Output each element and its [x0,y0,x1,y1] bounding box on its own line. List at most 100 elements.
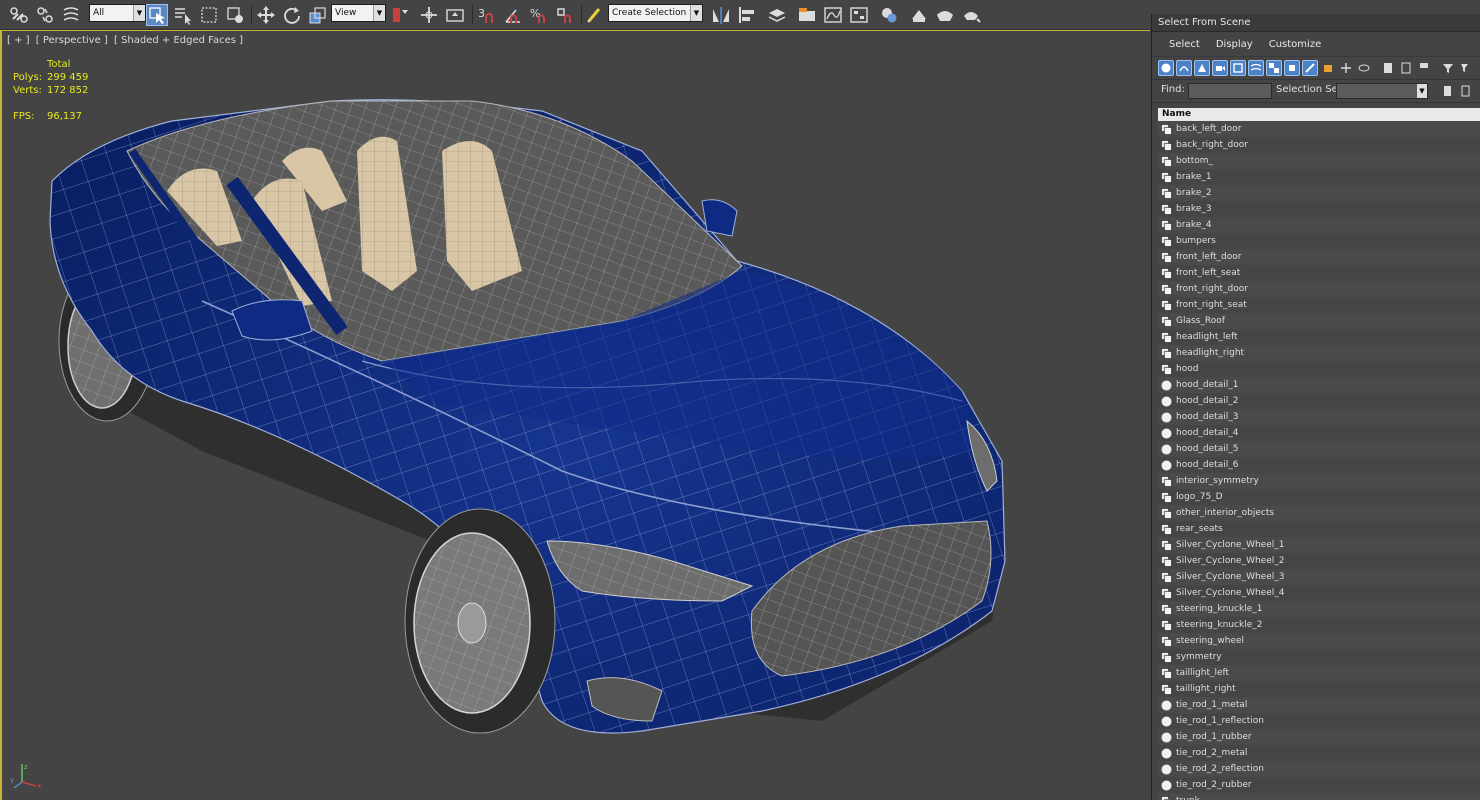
display-cameras-icon[interactable] [1212,60,1228,76]
pivot-center-icon[interactable] [389,4,411,26]
list-item[interactable]: sphere-iconhood_detail_3 [1158,409,1480,425]
material-editor-icon[interactable] [878,4,900,26]
list-item[interactable]: object-iconSilver_Cyclone_Wheel_4 [1158,585,1480,601]
select-by-name-icon[interactable] [172,4,194,26]
invert-display-icon[interactable] [1416,60,1432,76]
display-bones-icon[interactable] [1302,60,1318,76]
bind-to-space-warp-icon[interactable] [60,4,82,26]
display-geometry-icon[interactable] [1158,60,1174,76]
list-item[interactable]: object-iconhood [1158,361,1480,377]
select-and-link-icon[interactable] [8,4,30,26]
list-item[interactable]: object-iconback_right_door [1158,137,1480,153]
menu-customize[interactable]: Customize [1261,39,1330,50]
find-input[interactable] [1188,83,1272,99]
viewport-label[interactable]: [ + ] [ Perspective ] [ Shaded + Edged F… [7,35,246,46]
select-manipulate-icon[interactable] [418,4,440,26]
list-item[interactable]: sphere-iconhood_detail_4 [1158,425,1480,441]
mirror-icon[interactable] [710,4,732,26]
list-item[interactable]: object-iconbumpers [1158,233,1480,249]
list-item[interactable]: object-iconbrake_4 [1158,217,1480,233]
viewport-point-of-view-menu[interactable]: [ Perspective ] [36,35,108,46]
named-selection-dropdown[interactable]: Create Selection Se ▼ [608,4,703,22]
list-item[interactable]: object-iconSilver_Cyclone_Wheel_3 [1158,569,1480,585]
display-all-icon[interactable] [1380,60,1396,76]
filter-options-icon[interactable] [1458,60,1474,76]
list-item[interactable]: object-iconSilver_Cyclone_Wheel_2 [1158,553,1480,569]
window-crossing-icon[interactable] [224,4,246,26]
list-item[interactable]: object-iconsymmetry [1158,649,1480,665]
list-item[interactable]: sphere-icontie_rod_1_metal [1158,697,1480,713]
list-item[interactable]: object-iconinterior_symmetry [1158,473,1480,489]
list-item[interactable]: sphere-iconhood_detail_6 [1158,457,1480,473]
menu-select[interactable]: Select [1161,39,1208,50]
display-none-icon[interactable] [1398,60,1414,76]
display-shapes-icon[interactable] [1176,60,1192,76]
list-item[interactable]: object-icontrunk [1158,793,1480,800]
select-object-icon[interactable] [146,4,168,26]
edit-named-selections-icon[interactable] [584,4,606,26]
keyboard-shortcut-override-icon[interactable] [444,4,466,26]
reference-coordinate-dropdown[interactable]: View ▼ [331,4,386,22]
rectangular-selection-icon[interactable] [198,4,220,26]
align-icon[interactable] [736,4,758,26]
list-item[interactable]: object-iconfront_left_door [1158,249,1480,265]
display-frozen-icon[interactable] [1338,60,1354,76]
snaps-toggle-icon[interactable]: 3 [476,4,498,26]
display-groups-icon[interactable] [1266,60,1282,76]
list-item[interactable]: sphere-icontie_rod_2_reflection [1158,761,1480,777]
move-icon[interactable] [255,4,277,26]
display-hidden-icon[interactable] [1356,60,1372,76]
render-setup-icon[interactable] [908,4,930,26]
list-item[interactable]: object-iconbrake_1 [1158,169,1480,185]
display-space-warps-icon[interactable] [1248,60,1264,76]
rotate-icon[interactable] [281,4,303,26]
percent-snap-icon[interactable]: % [528,4,550,26]
list-item[interactable]: sphere-icontie_rod_1_reflection [1158,713,1480,729]
list-item[interactable]: object-iconother_interior_objects [1158,505,1480,521]
selection-set-dropdown[interactable]: ▼ [1336,83,1428,99]
edit-selection-set-icon[interactable] [1458,83,1474,99]
list-item[interactable]: object-iconback_left_door [1158,121,1480,137]
unlink-selection-icon[interactable] [34,4,56,26]
dialog-title[interactable]: Select From Scene [1152,14,1480,32]
viewport-general-menu[interactable]: [ + ] [7,35,30,46]
list-item[interactable]: sphere-icontie_rod_2_rubber [1158,777,1480,793]
scale-icon[interactable] [307,4,329,26]
list-item[interactable]: object-icontaillight_right [1158,681,1480,697]
list-item[interactable]: object-iconrear_seats [1158,521,1480,537]
list-item[interactable]: object-iconbottom_ [1158,153,1480,169]
list-item[interactable]: object-iconlogo_75_D [1158,489,1480,505]
list-item[interactable]: object-iconfront_right_seat [1158,297,1480,313]
list-item[interactable]: object-iconbrake_2 [1158,185,1480,201]
layer-explorer-icon[interactable] [766,4,788,26]
list-item[interactable]: object-iconGlass_Roof [1158,313,1480,329]
list-item[interactable]: object-iconSilver_Cyclone_Wheel_1 [1158,537,1480,553]
list-item[interactable]: sphere-icontie_rod_1_rubber [1158,729,1480,745]
perspective-viewport[interactable]: [ + ] [ Perspective ] [ Shaded + Edged F… [0,30,1150,800]
list-item[interactable]: object-iconfront_right_door [1158,281,1480,297]
list-item[interactable]: object-iconheadlight_right [1158,345,1480,361]
spinner-snap-icon[interactable] [554,4,576,26]
list-item[interactable]: object-iconsteering_knuckle_1 [1158,601,1480,617]
render-production-icon[interactable] [960,4,982,26]
selection-filter-dropdown[interactable]: All ▼ [89,4,146,22]
menu-display[interactable]: Display [1208,39,1261,50]
create-selection-set-icon[interactable] [1440,83,1456,99]
angle-snap-icon[interactable] [502,4,524,26]
display-xrefs-icon[interactable] [1284,60,1300,76]
list-item[interactable]: sphere-iconhood_detail_1 [1158,377,1480,393]
rendered-frame-window-icon[interactable] [934,4,956,26]
list-item[interactable]: sphere-icontie_rod_2_metal [1158,745,1480,761]
list-item[interactable]: object-iconfront_left_seat [1158,265,1480,281]
filter-icon[interactable] [1440,60,1456,76]
list-item[interactable]: object-iconsteering_wheel [1158,633,1480,649]
viewport-shading-menu[interactable]: [ Shaded + Edged Faces ] [114,35,243,46]
display-helpers-icon[interactable] [1230,60,1246,76]
toggle-ribbon-icon[interactable] [796,4,818,26]
column-header-name[interactable]: Name [1158,108,1480,121]
list-item[interactable]: object-iconheadlight_left [1158,329,1480,345]
list-item[interactable]: object-iconbrake_3 [1158,201,1480,217]
display-containers-icon[interactable] [1320,60,1336,76]
list-item[interactable]: sphere-iconhood_detail_5 [1158,441,1480,457]
list-item[interactable]: object-icontaillight_left [1158,665,1480,681]
